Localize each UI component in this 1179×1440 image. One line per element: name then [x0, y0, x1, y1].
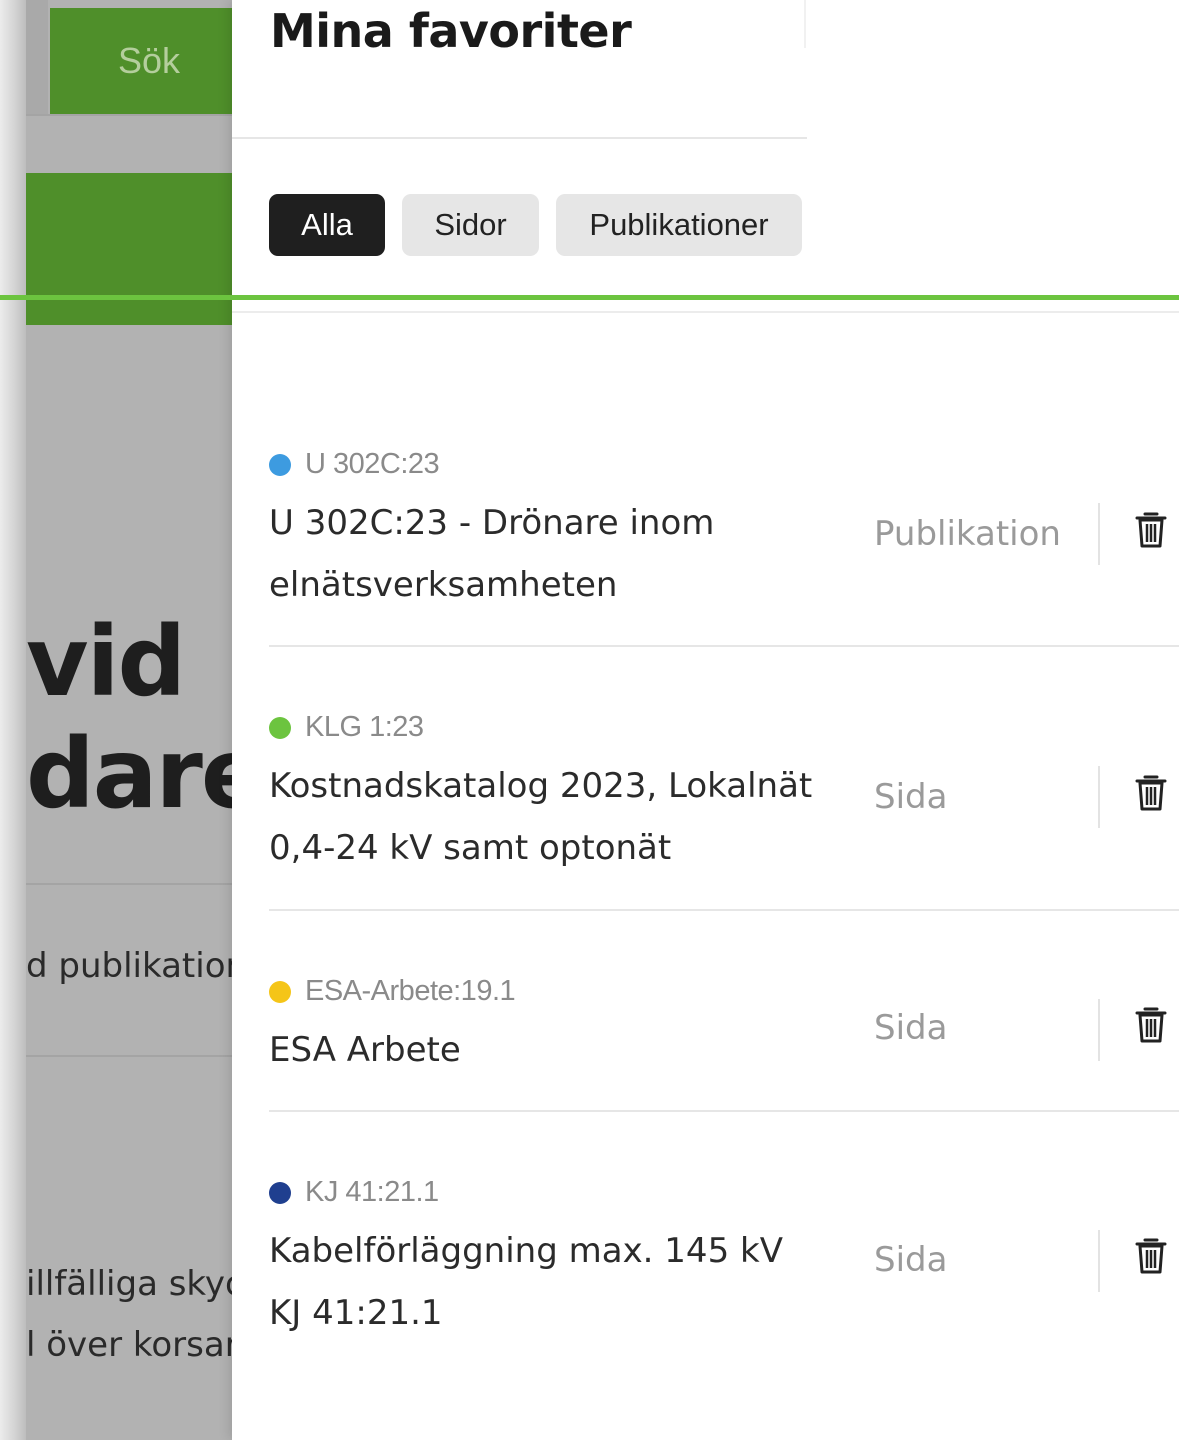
page-heading: vid dare — [26, 606, 240, 830]
divider — [269, 1110, 1179, 1112]
trash-icon[interactable] — [1134, 510, 1168, 550]
filter-publications-button[interactable]: Publikationer — [556, 194, 802, 256]
publication-text: d publikation — [26, 946, 240, 986]
item-code-label: U 302C:23 — [305, 448, 440, 480]
item-code: KJ 41:21.1 — [269, 1176, 439, 1209]
divider — [269, 645, 1179, 647]
green-banner — [26, 173, 240, 325]
item-code: ESA-Arbete:19.1 — [269, 975, 516, 1008]
status-dot — [269, 453, 291, 476]
status-dot — [269, 980, 291, 1003]
divider — [1098, 999, 1100, 1061]
overlay-shadow — [0, 0, 26, 1440]
body-text-line: l över korsar — [26, 1325, 239, 1365]
status-dot — [269, 1181, 291, 1204]
divider — [26, 114, 240, 116]
item-type: Sida — [874, 1008, 948, 1048]
trash-icon[interactable] — [1134, 1236, 1168, 1276]
body-text-line: illfälliga skyc — [26, 1264, 240, 1304]
search-field-edge — [26, 0, 48, 114]
item-title-link[interactable]: Kostnadskatalog 2023, Lokalnät 0,4-24 kV… — [269, 755, 839, 879]
status-dot — [269, 716, 291, 739]
divider — [1098, 1230, 1100, 1292]
trash-icon[interactable] — [1134, 773, 1168, 813]
item-type: Sida — [874, 1240, 948, 1280]
divider — [804, 0, 806, 48]
divider — [1098, 766, 1100, 828]
item-title-link[interactable]: ESA Arbete — [269, 1019, 829, 1081]
item-code-label: ESA-Arbete:19.1 — [305, 975, 516, 1007]
filter-all-button[interactable]: Alla — [269, 194, 385, 256]
panel-title: Mina favoriter — [270, 4, 632, 58]
item-title-link[interactable]: Kabelförläggning max. 145 kV KJ 41:21.1 — [269, 1220, 799, 1344]
item-code: U 302C:23 — [269, 448, 440, 481]
divider — [269, 909, 1179, 911]
filter-pages-button[interactable]: Sidor — [402, 194, 539, 256]
divider — [1098, 503, 1100, 565]
divider — [232, 311, 1179, 313]
accent-line — [0, 295, 1179, 300]
divider — [232, 137, 807, 139]
item-type: Publikation — [874, 514, 1061, 554]
favorites-panel: Mina favoriter Alla Sidor Publikationer … — [232, 0, 1179, 1440]
item-code-label: KLG 1:23 — [305, 711, 424, 743]
item-type: Sida — [874, 777, 948, 817]
item-title-link[interactable]: U 302C:23 - Drönare inom elnätsverksamhe… — [269, 492, 829, 616]
divider — [26, 1055, 240, 1057]
trash-icon[interactable] — [1134, 1005, 1168, 1045]
item-code: KLG 1:23 — [269, 711, 424, 744]
item-code-label: KJ 41:21.1 — [305, 1176, 439, 1208]
filter-chips: Alla Sidor Publikationer — [269, 194, 802, 256]
divider — [26, 883, 240, 885]
background-page: Sök vid dare d publikation illfälliga sk… — [0, 0, 240, 1440]
search-button[interactable]: Sök — [50, 8, 240, 114]
